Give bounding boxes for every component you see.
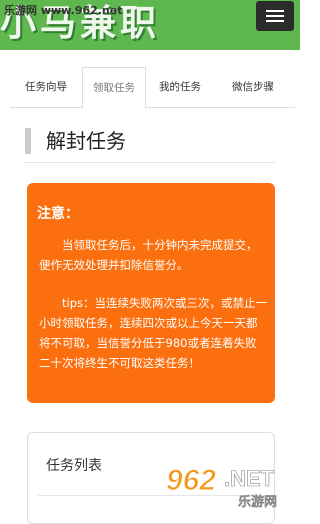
notice-box: 注意： 当领取任务后，十分钟内未完成提交，便作无效处理并扣除信誉分。 tips：… [27, 183, 275, 403]
notice-heading: 注意： [37, 206, 79, 222]
tab-my-tasks[interactable]: 我的任务 [147, 67, 213, 107]
title-divider [25, 162, 275, 163]
watermark-logo-number: 962 [166, 464, 216, 497]
hamburger-icon [266, 10, 284, 12]
watermark-logo-name: 乐游网 [238, 494, 277, 510]
page-title: 解封任务 [46, 129, 126, 153]
tab-bar: 任务向导 领取任务 我的任务 微信步骤 [10, 67, 295, 109]
notice-paragraph: 当领取任务后，十分钟内未完成提交，便作无效处理并扣除信誉分。 [39, 238, 258, 272]
hamburger-icon-line [266, 20, 284, 22]
watermark-logo: 962 .NET 乐游网 [166, 464, 278, 511]
tab-task-guide[interactable]: 任务向导 [10, 67, 82, 107]
watermark-text: 乐游网 www.962.net [4, 4, 123, 17]
menu-button[interactable] [256, 1, 294, 31]
task-list-title: 任务列表 [46, 458, 102, 474]
title-accent-bar [25, 128, 31, 154]
tab-claim-task[interactable]: 领取任务 [82, 67, 146, 109]
tab-wechat-steps[interactable]: 微信步骤 [215, 67, 291, 107]
hamburger-icon-line [266, 15, 284, 17]
watermark-logo-suffix: .NET [224, 466, 275, 491]
app-header: 小马兼职 乐游网 www.962.net [0, 0, 300, 50]
notice-tips: tips：当连续失败两次或三次，或禁止一小时领取任务，连续四次或以上今天一天都将… [39, 296, 267, 370]
